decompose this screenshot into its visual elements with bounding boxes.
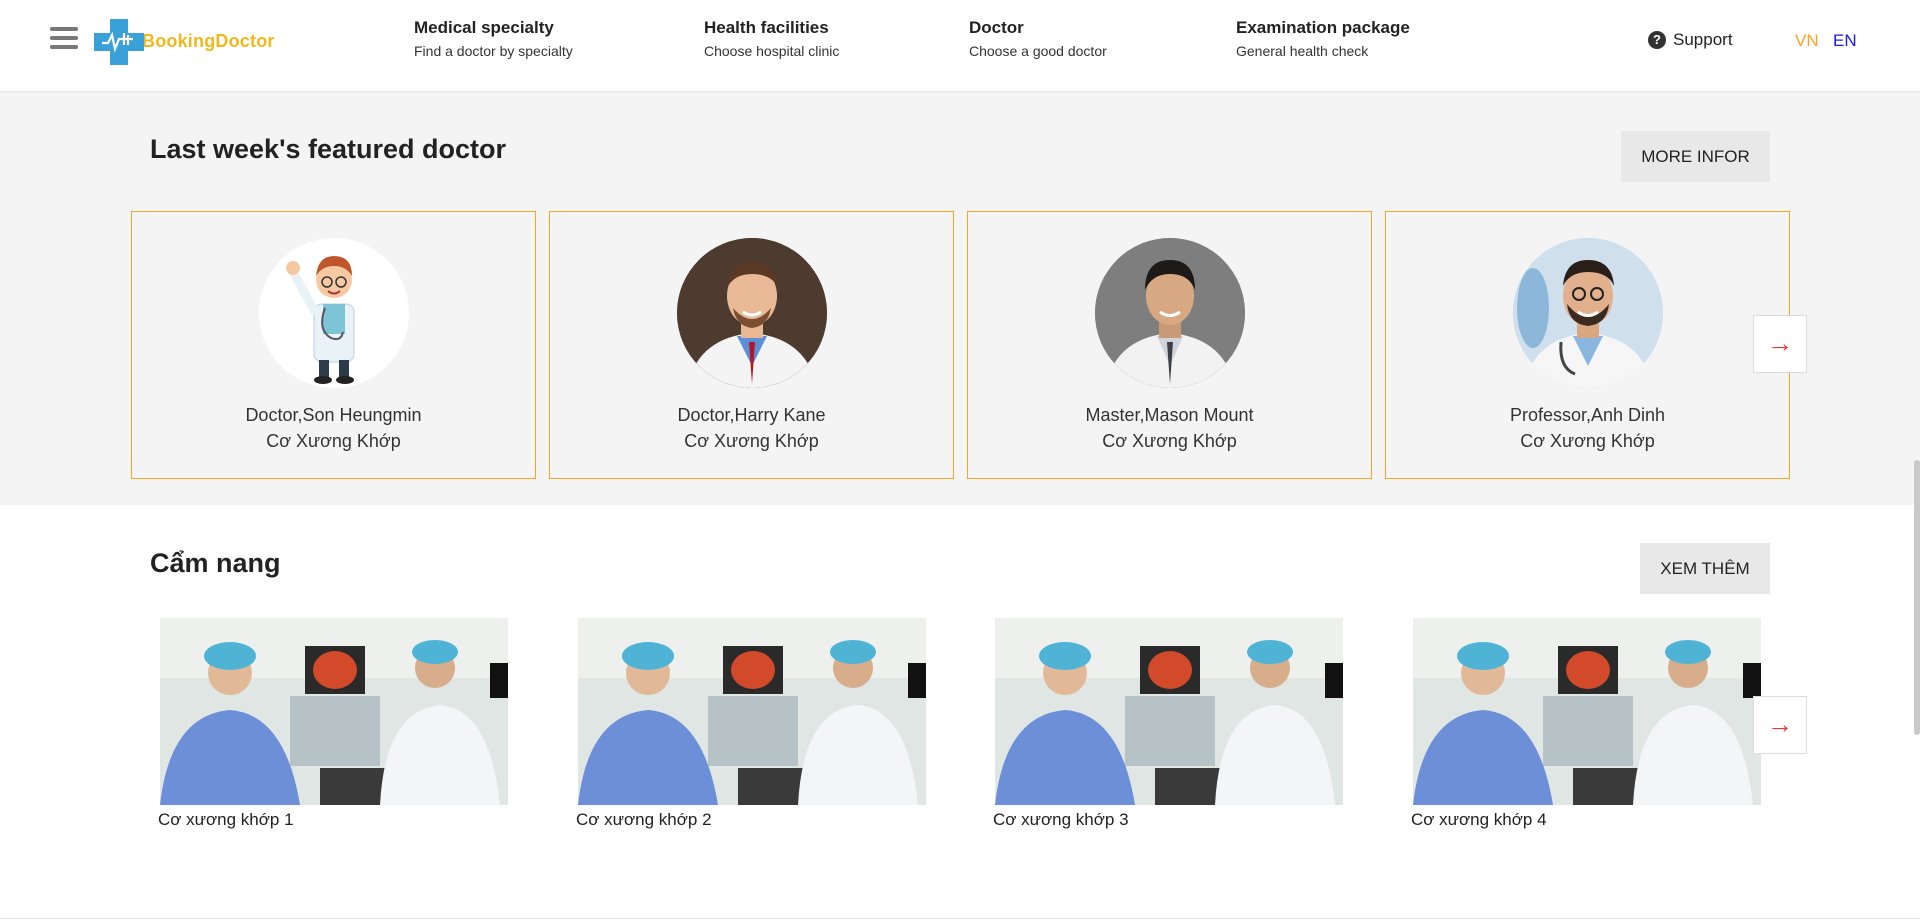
handbook-card[interactable]: Cơ xương khớp 3: [993, 618, 1343, 830]
doctor-name: Doctor,Harry Kane: [677, 405, 826, 425]
featured-section-title: Last week's featured doctor: [150, 134, 507, 164]
lang-vn-button[interactable]: VN: [1795, 31, 1819, 51]
handbook-section-title: Cẩm nang: [150, 548, 281, 578]
handbook-caption: Cơ xương khớp 3: [993, 810, 1129, 829]
handbook-card[interactable]: Cơ xương khớp 2: [576, 618, 926, 830]
nav-subtitle: Find a doctor by specialty: [414, 43, 573, 59]
more-infor-button[interactable]: MORE INFOR: [1621, 131, 1770, 182]
nav-subtitle: Choose hospital clinic: [704, 43, 840, 59]
nav-title: Doctor: [969, 18, 1024, 37]
doctor-avatar: [1094, 238, 1245, 388]
endoscopy-image: [578, 618, 926, 805]
doctor-specialty: Cơ Xương Khớp: [266, 431, 401, 451]
doctor-card[interactable]: Professor,Anh Dinh Cơ Xương Khớp: [1385, 211, 1790, 479]
nav-doctor[interactable]: Doctor Choose a good doctor: [969, 18, 1107, 60]
divider: [0, 918, 1920, 919]
doctor-card[interactable]: Master,Mason Mount Cơ Xương Khớp: [967, 211, 1372, 479]
endoscopy-image: [1413, 618, 1761, 805]
handbook-caption: Cơ xương khớp 2: [576, 810, 712, 829]
logo-text: BookingDoctor: [142, 30, 275, 51]
doctors-next-arrow-icon[interactable]: →: [1753, 315, 1807, 373]
doctor-avatar: [676, 238, 827, 388]
question-circle-icon: ?: [1648, 31, 1666, 49]
handbook-card[interactable]: Cơ xương khớp 1: [158, 618, 508, 830]
page-scrollbar[interactable]: [1914, 460, 1920, 735]
nav-title: Examination package: [1236, 18, 1410, 37]
doctor-name: Master,Mason Mount: [1085, 405, 1254, 425]
endoscopy-image: [160, 618, 508, 805]
lang-en-button[interactable]: EN: [1833, 31, 1857, 51]
logo[interactable]: BookingDoctor: [94, 17, 275, 65]
hand-cross-logo-icon: [94, 17, 146, 65]
doctor-specialty: Cơ Xương Khớp: [1520, 431, 1655, 451]
doctor-specialty: Cơ Xương Khớp: [684, 431, 819, 451]
doctor-name: Professor,Anh Dinh: [1509, 405, 1666, 425]
xem-them-button[interactable]: XEM THÊM: [1640, 543, 1770, 594]
handbook-card[interactable]: Cơ xương khớp 4: [1411, 618, 1761, 830]
handbook-next-arrow-icon[interactable]: →: [1753, 696, 1807, 754]
nav-examination-package[interactable]: Examination package General health check: [1236, 18, 1410, 60]
handbook-caption: Cơ xương khớp 4: [1411, 810, 1547, 829]
support-link[interactable]: ? Support: [1648, 30, 1733, 50]
handbook-caption: Cơ xương khớp 1: [158, 810, 294, 829]
support-label: Support: [1673, 30, 1733, 49]
doctor-card[interactable]: Doctor,Harry Kane Cơ Xương Khớp: [549, 211, 954, 479]
doctor-specialty: Cơ Xương Khớp: [1102, 431, 1237, 451]
doctor-name: Doctor,Son Heungmin: [245, 405, 422, 425]
doctor-card[interactable]: Doctor,Son Heungmin Cơ Xương Khớp: [131, 211, 536, 479]
doctor-avatar: [1512, 238, 1663, 388]
nav-title: Health facilities: [704, 18, 829, 37]
nav-title: Medical specialty: [414, 18, 554, 37]
nav-subtitle: Choose a good doctor: [969, 43, 1107, 59]
page: BookingDoctor Medical specialty Find a d…: [0, 0, 1920, 923]
hamburger-menu-icon[interactable]: [50, 27, 78, 53]
header: BookingDoctor Medical specialty Find a d…: [0, 0, 1920, 92]
nav-medical-specialty[interactable]: Medical specialty Find a doctor by speci…: [414, 18, 573, 60]
nav-health-facilities[interactable]: Health facilities Choose hospital clinic: [704, 18, 839, 60]
nav-subtitle: General health check: [1236, 43, 1369, 59]
endoscopy-image: [995, 618, 1343, 805]
doctor-avatar: [258, 238, 409, 388]
